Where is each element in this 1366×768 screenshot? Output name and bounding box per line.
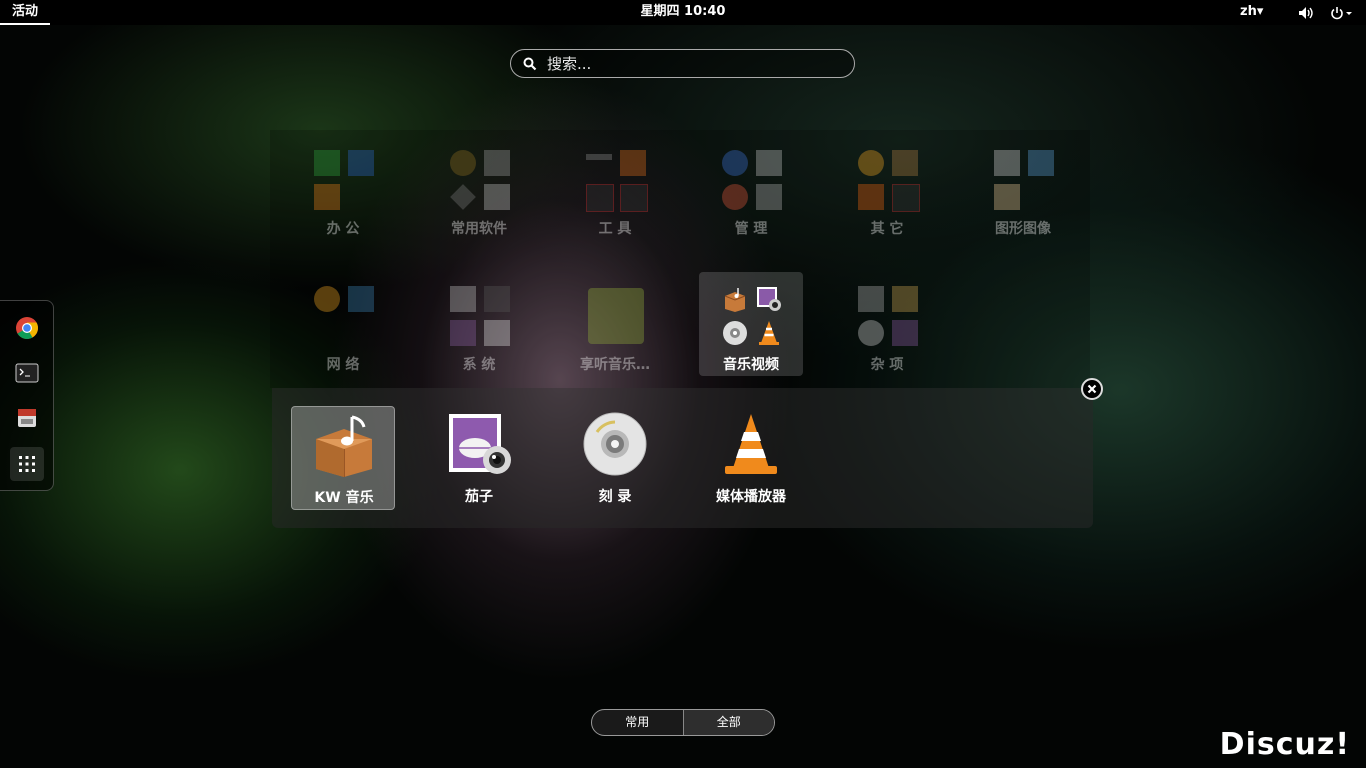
terminal-icon[interactable]	[10, 357, 44, 391]
settings-icon	[450, 286, 476, 312]
power-icon[interactable]	[1330, 6, 1356, 20]
printer-icon	[484, 320, 510, 346]
app-disc-burner[interactable]: 刻 录	[563, 406, 667, 510]
chart-app-icon	[858, 286, 884, 312]
volume-icon[interactable]	[1298, 6, 1314, 20]
drive-icon	[756, 150, 782, 176]
archive-icon	[620, 150, 646, 176]
vlc-cone-icon	[719, 412, 783, 476]
vlc-cone-icon	[756, 320, 782, 346]
show-apps-icon[interactable]	[10, 447, 44, 481]
printer-icon	[756, 184, 782, 210]
music-box-icon	[312, 413, 376, 477]
folder-label: 享听音乐…	[580, 357, 650, 373]
terminal-icon	[892, 184, 920, 212]
search-icon	[523, 57, 537, 71]
terminal-icon	[620, 184, 648, 212]
folder-popup: KW 音乐 茄子 刻 录 媒体播放器	[272, 388, 1093, 528]
checkmark-icon	[858, 320, 884, 346]
folder-label: 常用软件	[451, 221, 507, 237]
folder-music-app[interactable]: 享听音乐…	[563, 272, 667, 376]
chrome-icon	[314, 286, 340, 312]
writer-icon	[348, 150, 374, 176]
office-icon	[858, 184, 884, 210]
folder-label: 音乐视频	[723, 357, 779, 373]
close-icon	[1087, 384, 1097, 394]
search-box[interactable]	[510, 49, 855, 78]
calendar-icon	[994, 184, 1020, 210]
app-label: KW 音乐	[314, 490, 374, 506]
monitor-icon	[450, 320, 476, 346]
files-icon	[484, 184, 510, 210]
app-cheese[interactable]: 茄子	[427, 406, 531, 510]
tool-icon	[450, 184, 476, 210]
folder-office[interactable]: 办 公	[291, 136, 395, 240]
folder-label: 网 络	[326, 357, 360, 373]
presentation-icon	[314, 184, 340, 210]
chrome-icon	[858, 150, 884, 176]
file-manager-icon[interactable]	[10, 401, 44, 435]
folder-network[interactable]: 网 络	[291, 272, 395, 376]
app-kw-music[interactable]: KW 音乐	[291, 406, 395, 510]
language-indicator[interactable]: zh▾	[1240, 0, 1263, 24]
watermark: Discuz!	[1219, 727, 1350, 762]
scanner-icon	[994, 150, 1020, 176]
app-label: 刻 录	[598, 489, 632, 505]
folder-common-software[interactable]: 常用软件	[427, 136, 531, 240]
network-icon	[892, 320, 918, 346]
folder-label: 系 统	[462, 357, 496, 373]
bar-icon	[586, 154, 612, 160]
disk-usage-icon	[722, 184, 748, 210]
disc-burner-icon	[583, 412, 647, 476]
chrome-icon[interactable]	[10, 311, 44, 345]
package-icon	[892, 150, 918, 176]
folder-label: 管 理	[734, 221, 768, 237]
help-icon	[722, 150, 748, 176]
terminal-icon	[586, 184, 614, 212]
remote-desktop-icon	[348, 286, 374, 312]
folder-label: 办 公	[326, 221, 360, 237]
clock-app-icon	[450, 150, 476, 176]
disc-burner-icon	[722, 320, 748, 346]
app-label: 茄子	[465, 489, 493, 505]
folder-tools[interactable]: 工 具	[563, 136, 667, 240]
folder-label: 其 它	[870, 221, 904, 237]
folder-manage[interactable]: 管 理	[699, 136, 803, 240]
folder-label: 图形图像	[995, 221, 1051, 237]
view-all-button[interactable]: 全部	[683, 710, 774, 735]
cheese-webcam-icon	[447, 412, 511, 476]
search-input[interactable]	[545, 52, 849, 76]
folder-label: 杂 项	[870, 357, 904, 373]
folder-label: 工 具	[598, 221, 632, 237]
folder-icon	[892, 286, 918, 312]
clock[interactable]: 星期四 10:40	[0, 0, 1366, 24]
phone-icon	[484, 286, 510, 312]
image-viewer-icon	[1028, 150, 1054, 176]
view-frequent-button[interactable]: 常用	[592, 710, 684, 735]
mail-icon	[484, 150, 510, 176]
close-folder-button[interactable]	[1081, 378, 1103, 400]
bing-music-icon	[588, 288, 644, 344]
folder-system[interactable]: 系 统	[427, 272, 531, 376]
app-label: 媒体播放器	[716, 489, 786, 505]
folder-misc[interactable]: 杂 项	[835, 272, 939, 376]
system-tray	[1298, 0, 1356, 25]
folder-other[interactable]: 其 它	[835, 136, 939, 240]
folder-graphics[interactable]: 图形图像	[971, 136, 1075, 240]
music-box-icon	[722, 286, 748, 312]
view-toggle: 常用 全部	[591, 709, 775, 736]
spreadsheet-icon	[314, 150, 340, 176]
folder-music-video[interactable]: 音乐视频	[699, 272, 803, 376]
cheese-webcam-icon	[756, 286, 782, 312]
top-bar: 活动 星期四 10:40 zh▾	[0, 0, 1366, 25]
app-media-player[interactable]: 媒体播放器	[699, 406, 803, 510]
dash	[0, 300, 54, 491]
